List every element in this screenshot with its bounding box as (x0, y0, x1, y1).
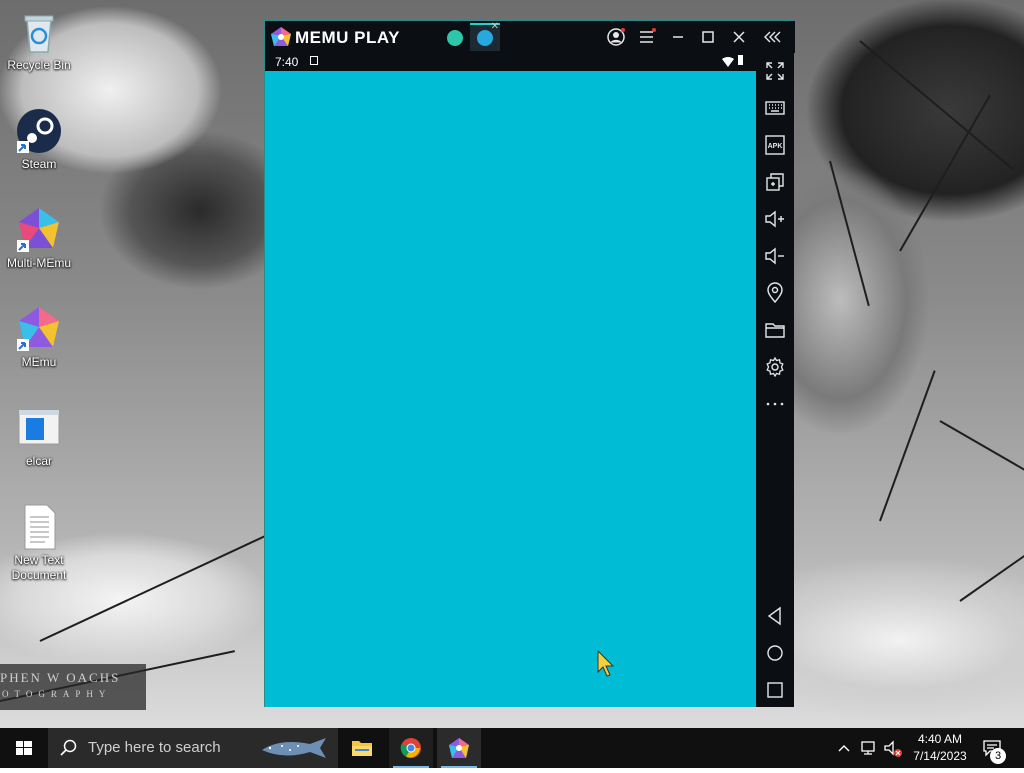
clock-date: 7/14/2023 (913, 749, 967, 763)
volume-up-icon[interactable] (763, 207, 787, 231)
memu-icon (15, 305, 63, 353)
watermark-line2: OTOGRAPHY (2, 689, 112, 699)
desktop-icon-label: Recycle Bin (7, 58, 71, 72)
whale-shark-search-highlight-icon (262, 738, 326, 758)
volume-down-icon[interactable] (763, 244, 787, 268)
start-button[interactable] (0, 728, 48, 768)
steam-icon (15, 107, 63, 155)
settings-icon[interactable] (763, 355, 787, 379)
close-icon[interactable] (728, 26, 750, 48)
back-icon[interactable] (763, 604, 787, 628)
watermark-line1: PHEN W OACHS (0, 670, 121, 685)
memu-brand: MEMU PLAY (295, 28, 400, 47)
memu-logo-icon (271, 27, 291, 47)
chrome-icon (400, 738, 421, 758)
apk-icon[interactable]: APK (763, 133, 787, 157)
memu-window[interactable]: MEMU PLAY ✕ 7:40 APK (264, 20, 795, 707)
desktop-icon-new-text-document[interactable]: New Text Document (0, 503, 78, 583)
photography-watermark: PHEN W OACHS OTOGRAPHY (0, 664, 146, 710)
desktop-icon-memu[interactable]: MEmu (0, 305, 78, 370)
file-explorer-icon (352, 741, 372, 756)
volume-status-button[interactable] (883, 728, 905, 768)
multi-memu-icon (15, 206, 63, 254)
account-icon[interactable] (605, 26, 627, 48)
network-icon (861, 741, 875, 755)
maximize-icon[interactable] (697, 26, 719, 48)
minimize-icon[interactable] (667, 26, 689, 48)
memu-titlebar[interactable]: MEMU PLAY ✕ (265, 21, 795, 53)
desktop-icon-label: New Text Document (11, 553, 67, 582)
desktop-icon-elcar[interactable]: elcar (0, 404, 78, 469)
network-status-button[interactable] (860, 728, 880, 768)
chevron-up-icon (838, 745, 850, 752)
show-hidden-icons-button[interactable] (837, 728, 855, 768)
menu-icon[interactable] (636, 26, 658, 48)
battery-icon (738, 55, 743, 65)
desktop-icon-recycle-bin[interactable]: Recycle Bin (0, 8, 78, 73)
taskbar: Type here to search 4:40 AM 7/14/2023 3 (0, 728, 1024, 768)
notification-center-button[interactable]: 3 (980, 728, 1010, 768)
desktop-icon-label: Multi-MEmu (6, 256, 71, 270)
recycle-bin-icon (15, 8, 63, 56)
desktop-icon-label: elcar (25, 454, 52, 468)
text-document-icon (15, 503, 63, 551)
tab-android-home[interactable] (440, 23, 470, 51)
android-screen[interactable] (265, 71, 756, 707)
clock-time: 4:40 AM (917, 732, 963, 746)
taskbar-file-explorer[interactable] (340, 728, 384, 768)
multi-window-icon[interactable] (763, 170, 787, 194)
memu-sidebar: APK (756, 53, 794, 707)
recents-icon[interactable] (763, 678, 787, 702)
memu-taskbar-icon (449, 738, 469, 758)
android-status-bar: 7:40 (265, 53, 756, 71)
desktop-icon-label: Steam (21, 157, 57, 171)
search-placeholder: Type here to search (88, 739, 221, 756)
fullscreen-icon[interactable] (763, 59, 787, 83)
tab-app[interactable]: ✕ (470, 21, 500, 51)
location-icon[interactable] (763, 281, 787, 305)
search-icon (60, 739, 77, 756)
keyboard-icon[interactable] (763, 96, 787, 120)
elcar-file-icon (15, 404, 63, 452)
windows-logo-icon (16, 741, 32, 755)
folder-icon[interactable] (763, 318, 787, 342)
collapse-sidebar-icon[interactable] (763, 26, 785, 48)
wifi-icon (722, 56, 734, 70)
svg-text:APK: APK (768, 143, 783, 150)
notification-count-badge: 3 (990, 748, 1006, 764)
taskbar-search-box[interactable]: Type here to search (48, 728, 338, 768)
taskbar-clock[interactable]: 4:40 AM 7/14/2023 (905, 731, 975, 765)
taskbar-memu[interactable] (437, 728, 481, 768)
android-status-time: 7:40 (275, 55, 299, 69)
home-icon[interactable] (763, 641, 787, 665)
speaker-muted-icon (884, 740, 902, 757)
more-icon[interactable] (763, 392, 787, 416)
app-tab-icon (477, 30, 493, 46)
desktop-icon-multi-memu[interactable]: Multi-MEmu (0, 206, 78, 271)
desktop-icon-label: MEmu (21, 355, 57, 369)
taskbar-chrome[interactable] (389, 728, 433, 768)
mouse-cursor (597, 649, 615, 683)
notification-icon (310, 56, 318, 65)
desktop-icon-steam[interactable]: Steam (0, 107, 78, 172)
android-home-tab-icon (447, 30, 463, 46)
tab-close-icon[interactable]: ✕ (491, 21, 499, 32)
